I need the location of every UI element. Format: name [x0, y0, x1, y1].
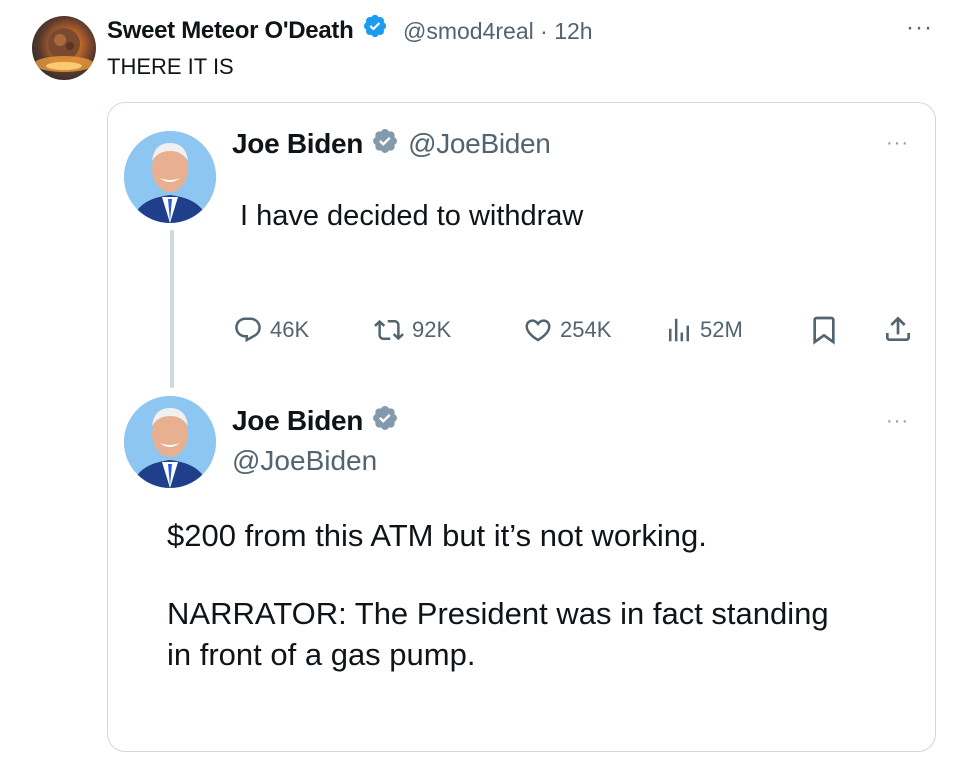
avatar-joebiden-2[interactable] — [124, 396, 216, 488]
verified-badge-icon — [371, 405, 399, 439]
reply-icon — [232, 315, 264, 345]
repost-button[interactable]: 92K — [372, 315, 451, 345]
quoted-display-name-2[interactable]: Joe Biden — [232, 405, 399, 439]
display-name-text[interactable]: Sweet Meteor O'Death — [107, 17, 354, 44]
reply-button[interactable]: 46K — [232, 315, 309, 345]
quoted-display-name-text-1[interactable]: Joe Biden — [232, 128, 363, 159]
quoted-handle-1[interactable]: @JoeBiden — [408, 128, 551, 159]
quoted-display-name-text-2[interactable]: Joe Biden — [232, 405, 363, 436]
quoted-tweet-text-2-line3: in front of a gas pump. — [167, 637, 476, 672]
views-icon — [664, 315, 694, 345]
reply-count: 46K — [270, 317, 310, 342]
avatar-smod[interactable] — [32, 16, 96, 80]
handle[interactable]: @smod4real — [403, 18, 534, 44]
quoted-tweet-text-2-line2: NARRATOR: The President was in fact stan… — [167, 596, 829, 631]
views-button[interactable]: 52M — [664, 315, 743, 345]
separator: · — [540, 18, 548, 44]
display-name[interactable]: Sweet Meteor O'Death — [107, 15, 388, 46]
like-count: 254K — [560, 317, 612, 342]
handle-and-time: @smod4real · 12h — [403, 18, 593, 45]
views-count: 52M — [700, 317, 743, 342]
quoted-display-name-1[interactable]: Joe Biden @JoeBiden — [232, 128, 551, 162]
quoted-tweet-text-2-line1: $200 from this ATM but it’s not working. — [167, 518, 707, 553]
more-options-icon[interactable]: ··· — [886, 410, 909, 433]
bookmark-icon[interactable] — [808, 314, 840, 351]
share-icon[interactable] — [882, 313, 914, 350]
tweet-text: THERE IT IS — [107, 54, 234, 79]
like-button[interactable]: 254K — [522, 315, 611, 345]
verified-badge-icon — [371, 128, 399, 162]
quoted-tweet-text-1: I have decided to withdraw — [240, 200, 584, 232]
more-options-icon[interactable]: ··· — [886, 132, 909, 155]
repost-count: 92K — [412, 317, 452, 342]
quoted-handle-2[interactable]: @JoeBiden — [232, 445, 377, 477]
more-options-icon[interactable]: ··· — [906, 14, 933, 42]
avatar-joebiden-1[interactable] — [124, 131, 216, 223]
timestamp[interactable]: 12h — [554, 18, 592, 44]
repost-icon — [372, 315, 406, 345]
verified-badge-icon — [360, 15, 388, 46]
thread-connector-line — [170, 230, 174, 388]
heart-icon — [522, 315, 554, 345]
